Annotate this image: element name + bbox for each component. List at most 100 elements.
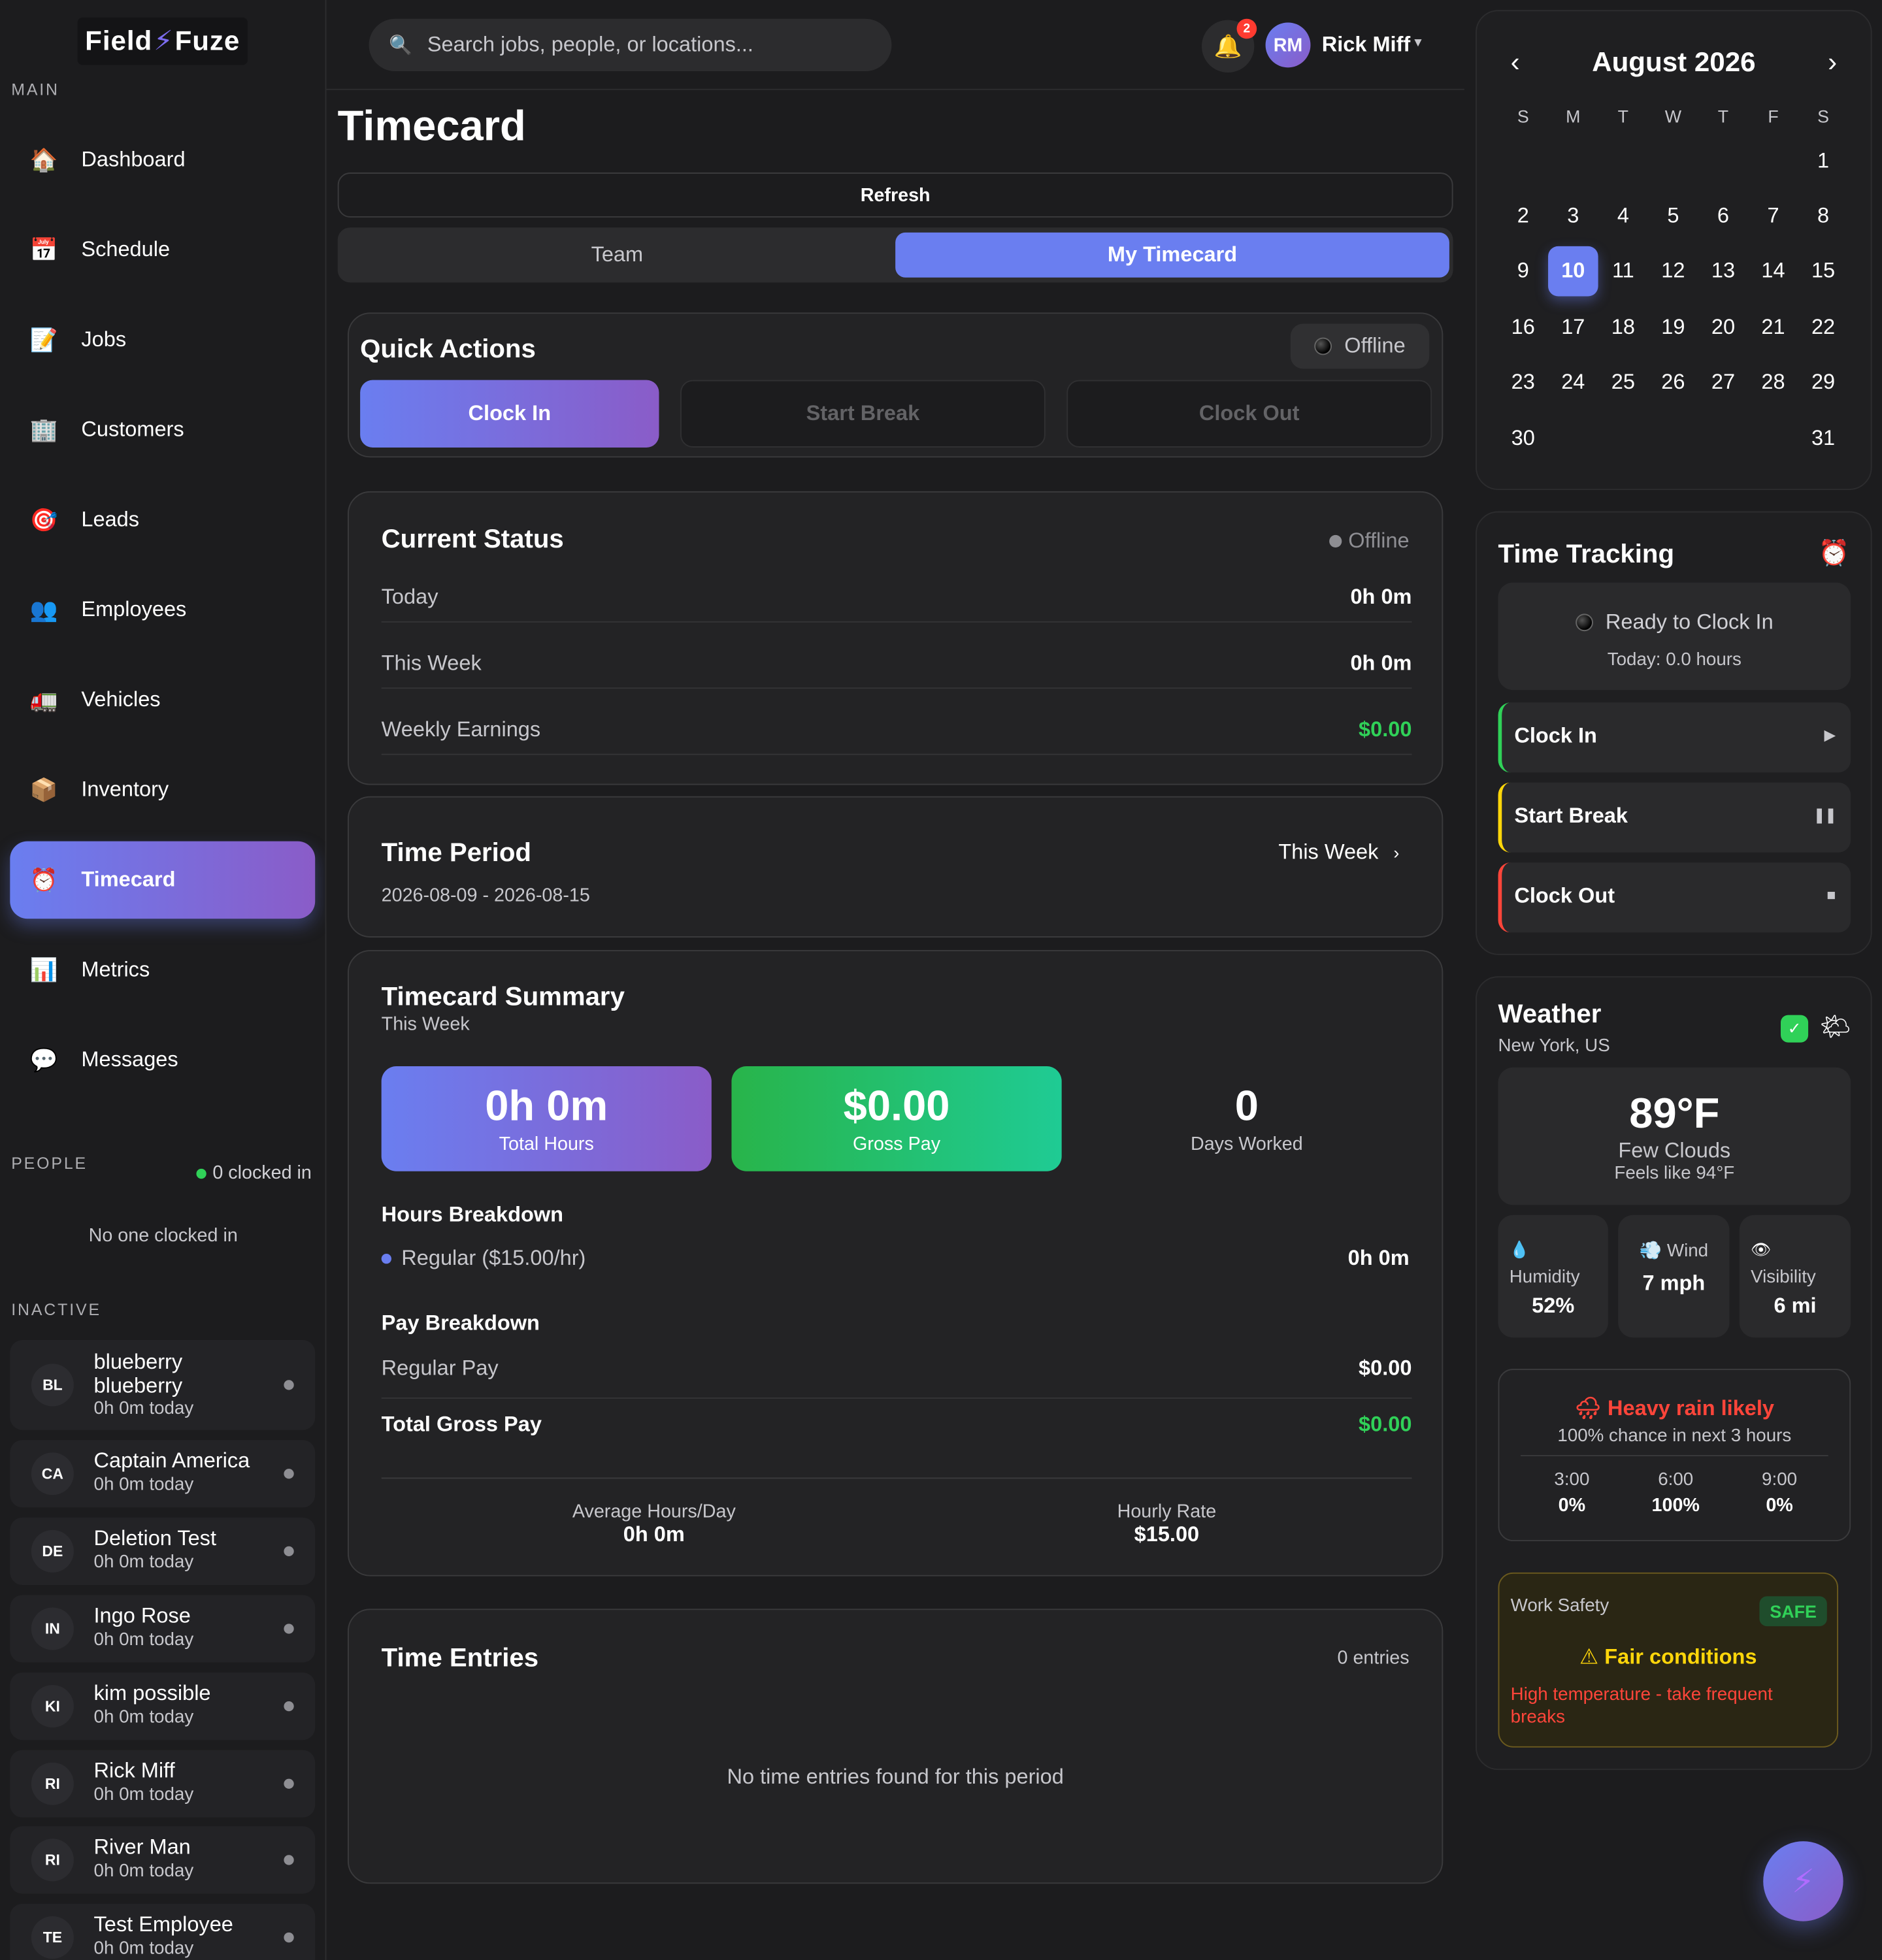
clock-out-button[interactable]: Clock Out <box>1066 380 1432 448</box>
calendar-day[interactable]: 26 <box>1648 357 1698 408</box>
people-section-label: PEOPLE <box>11 1153 88 1173</box>
calendar-day[interactable]: 18 <box>1598 302 1649 353</box>
person-item[interactable]: DE Deletion Test 0h 0m today <box>10 1517 316 1586</box>
sidebar-item-customers[interactable]: 🏢 Customers <box>10 391 315 469</box>
sidebar-item-employees[interactable]: 👥 Employees <box>10 571 315 649</box>
calendar-day[interactable]: 23 <box>1498 357 1549 408</box>
forecast-slot: 9:00 0% <box>1728 1470 1831 1516</box>
hourly-rate-stat: Hourly Rate $15.00 <box>1057 1501 1277 1548</box>
calendar-day[interactable]: 22 <box>1798 302 1849 353</box>
calendar-day[interactable]: 21 <box>1748 302 1798 353</box>
person-item[interactable]: CA Captain America 0h 0m today <box>10 1440 316 1508</box>
gross-pay-value: $0.00 <box>843 1082 950 1130</box>
rain-alert-title: Heavy rain likely <box>1608 1396 1775 1420</box>
clock-in-button[interactable]: Clock In <box>360 380 659 448</box>
calendar-day[interactable]: 19 <box>1648 302 1698 353</box>
row-value: $0.00 <box>1359 1356 1412 1380</box>
schedule-icon: 📅 <box>29 237 58 262</box>
calendar-day[interactable]: 4 <box>1598 191 1649 242</box>
clock-in-label: Clock In <box>1514 723 1597 748</box>
calendar-day[interactable]: 2 <box>1498 191 1549 242</box>
calendar-day[interactable]: 24 <box>1548 357 1598 408</box>
calendar-day[interactable]: 15 <box>1798 246 1849 297</box>
tab-team[interactable]: Team <box>340 233 895 278</box>
calendar-day[interactable]: 7 <box>1748 191 1798 242</box>
calendar-day[interactable]: 5 <box>1648 191 1698 242</box>
wind-label-row: 💨 Wind <box>1618 1240 1729 1262</box>
hourly-rate-value: $15.00 <box>1134 1522 1200 1546</box>
tracking-clock-in-button[interactable]: Clock In ▶ <box>1498 702 1851 773</box>
status-text: Offline <box>1344 333 1406 358</box>
person-item[interactable]: TE Test Employee 0h 0m today <box>10 1903 316 1960</box>
person-item[interactable]: RI River Man 0h 0m today <box>10 1826 316 1894</box>
sidebar-item-schedule[interactable]: 📅 Schedule <box>10 211 315 289</box>
calendar-day[interactable]: 29 <box>1798 357 1849 408</box>
user-name[interactable]: Rick Miff <box>1322 33 1411 57</box>
calendar-day[interactable]: 3 <box>1548 191 1598 242</box>
row-label: Regular Pay <box>381 1356 499 1380</box>
tracking-start-break-button[interactable]: Start Break ❚❚ <box>1498 782 1851 853</box>
humidity-box: 💧 Humidity 52% <box>1498 1215 1608 1338</box>
start-break-button[interactable]: Start Break <box>680 380 1046 448</box>
next-month-chevron-icon[interactable]: › <box>1828 46 1837 79</box>
person-item[interactable]: RI Rick Miff 0h 0m today <box>10 1750 316 1818</box>
calendar-day[interactable]: 13 <box>1698 246 1749 297</box>
row-value: 0h 0m <box>1350 585 1412 609</box>
time-period-title: Time Period <box>381 838 531 868</box>
calendar-day-selected[interactable]: 10 <box>1548 246 1598 297</box>
calendar-day[interactable]: 8 <box>1798 191 1849 242</box>
forecast-precip: 0% <box>1558 1495 1586 1516</box>
person-item[interactable]: IN Ingo Rose 0h 0m today <box>10 1595 316 1663</box>
calendar-day[interactable]: 1 <box>1798 137 1849 187</box>
calendar-day[interactable]: 6 <box>1698 191 1749 242</box>
sidebar-item-label: Customers <box>81 417 184 442</box>
sidebar-item-vehicles[interactable]: 🚛 Vehicles <box>10 661 315 739</box>
calendar-day[interactable]: 16 <box>1498 302 1549 353</box>
work-safety-label: Work Safety <box>1510 1596 1610 1616</box>
status-dot-icon <box>1314 337 1332 355</box>
search-bar[interactable]: 🔍 <box>369 18 892 72</box>
safety-title: Fair conditions <box>1604 1644 1757 1669</box>
dashboard-icon: 🏠 <box>29 146 58 172</box>
sidebar-item-messages[interactable]: 💬 Messages <box>10 1021 315 1099</box>
calendar-day[interactable]: 9 <box>1498 246 1549 297</box>
calendar-day[interactable]: 27 <box>1698 357 1749 408</box>
calendar-day[interactable]: 17 <box>1548 302 1598 353</box>
total-hours-value: 0h 0m <box>485 1082 608 1130</box>
status-dot-icon <box>1575 613 1593 632</box>
calendar-day[interactable]: 20 <box>1698 302 1749 353</box>
calendar-day[interactable]: 30 <box>1498 414 1549 464</box>
sidebar-item-jobs[interactable]: 📝 Jobs <box>10 301 315 379</box>
bolt-icon: ⚡ <box>154 25 174 57</box>
period-selector[interactable]: This Week › <box>1278 840 1399 865</box>
person-item[interactable]: KI kim possible 0h 0m today <box>10 1672 316 1740</box>
status-dot-icon <box>284 1701 294 1712</box>
person-item[interactable]: BL blueberry blueberry 0h 0m today <box>10 1340 316 1430</box>
sidebar-item-inventory[interactable]: 📦 Inventory <box>10 751 315 829</box>
tab-my-timecard[interactable]: My Timecard <box>895 232 1449 278</box>
calendar-day[interactable]: 28 <box>1748 357 1798 408</box>
forecast-slot: 3:00 0% <box>1521 1470 1623 1516</box>
user-avatar[interactable]: RM <box>1265 22 1311 68</box>
quick-action-fab-button[interactable]: ⚡ <box>1763 1841 1843 1921</box>
avatar: BL <box>31 1364 74 1407</box>
forecast-precip: 0% <box>1766 1495 1793 1516</box>
app-logo[interactable]: Field ⚡ Fuze <box>77 17 248 65</box>
summary-subtitle: This Week <box>381 1013 470 1036</box>
calendar-day[interactable]: 11 <box>1598 246 1649 297</box>
tracking-clock-out-button[interactable]: Clock Out ■ <box>1498 862 1851 933</box>
period-range: 2026-08-09 - 2026-08-15 <box>381 885 590 907</box>
sidebar-item-label: Jobs <box>81 327 127 351</box>
sidebar-item-metrics[interactable]: 📊 Metrics <box>10 931 315 1009</box>
sidebar-item-leads[interactable]: 🎯 Leads <box>10 482 315 559</box>
chevron-down-icon[interactable]: ▼ <box>1412 36 1424 50</box>
sidebar-item-dashboard[interactable]: 🏠 Dashboard <box>10 122 315 199</box>
calendar-day[interactable]: 14 <box>1748 246 1798 297</box>
refresh-button[interactable]: Refresh <box>337 172 1453 218</box>
calendar-day[interactable]: 12 <box>1648 246 1698 297</box>
sidebar-item-timecard[interactable]: ⏰ Timecard <box>10 841 316 919</box>
calendar-day[interactable]: 25 <box>1598 357 1649 408</box>
top-bar: 🔍 🔔 2 RM Rick Miff ▼ <box>326 0 1464 90</box>
calendar-day[interactable]: 31 <box>1798 414 1849 464</box>
search-input[interactable] <box>427 32 853 58</box>
